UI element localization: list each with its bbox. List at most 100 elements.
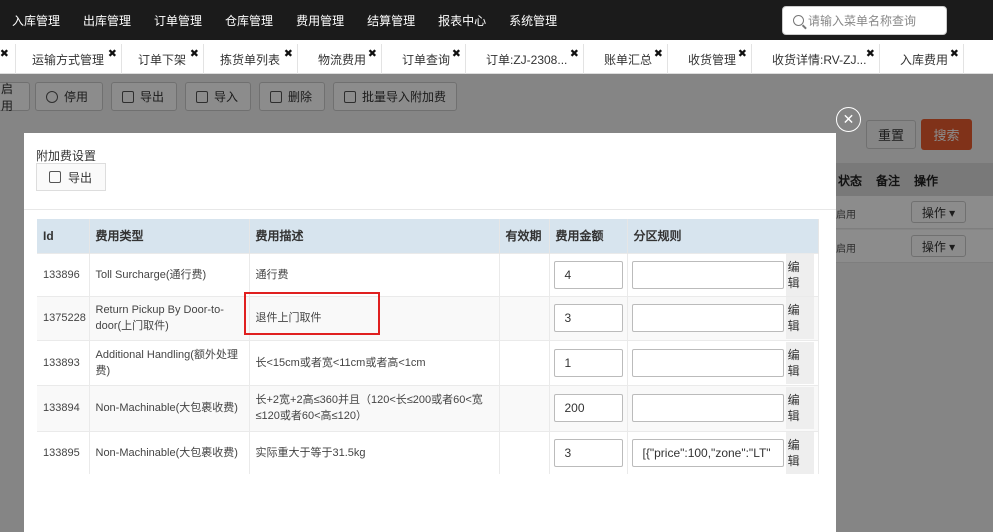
cell-id: 133893 (37, 339, 90, 385)
tab-inbound-fees[interactable]: 入库费用 ✖ (880, 44, 964, 74)
close-icon: ✕ (842, 111, 855, 127)
cell-desc: 长+2宽+2高≤360并且（120<长≤200或者60<宽≤120或者60<高≤… (249, 384, 500, 431)
close-icon[interactable]: ✖ (738, 47, 747, 60)
col-validity: 有效期 (499, 219, 550, 253)
col-zone-rule: 分区规则 (627, 219, 819, 253)
zone-rule-input[interactable]: [{"price":100,"zone":"LT" (631, 438, 784, 467)
menu-search-placeholder: 请输入菜单名称查询 (808, 14, 917, 28)
tab-picking-list[interactable]: 拣货单列表 ✖ (204, 44, 298, 74)
tab-logistics-fees[interactable]: 物流费用 ✖ (298, 44, 382, 74)
tab-order-detail[interactable]: 订单:ZJ-2308... ✖ (466, 44, 584, 74)
cell-id: 133896 (37, 252, 90, 296)
cell-validity (499, 384, 550, 431)
menu-search-input[interactable]: 请输入菜单名称查询 (782, 6, 947, 35)
tab-order-unshelve[interactable]: 订单下架 ✖ (122, 44, 204, 74)
cell-id: 1375228 (37, 295, 90, 340)
cell-validity (499, 430, 550, 474)
search-icon (793, 15, 804, 26)
amount-input[interactable]: 3 (553, 304, 623, 332)
edit-button[interactable]: 编辑 (785, 253, 814, 296)
edit-button[interactable]: 编辑 (785, 387, 814, 429)
tab-label: 入库费用 (900, 52, 949, 67)
amount-input[interactable]: 4 (553, 260, 623, 289)
tab-label: 物流费用 (318, 52, 367, 67)
cell-validity (499, 252, 550, 296)
zone-rule-input[interactable] (631, 348, 784, 377)
col-fee-desc: 费用描述 (249, 219, 500, 253)
menu-item-inbound[interactable]: 入库管理 (12, 12, 60, 29)
tab-label: 运输方式管理 (32, 52, 105, 67)
close-icon[interactable]: ✖ (0, 47, 9, 60)
table-row: 133893 Additional Handling(额外处理费) 长<15cm… (37, 339, 819, 385)
divider (24, 209, 836, 210)
modal-export-label: 导出 (68, 170, 93, 185)
close-icon[interactable]: ✖ (866, 47, 875, 60)
modal-export-button[interactable]: 导出 (36, 163, 106, 191)
table-row: 1375228 Return Pickup By Door-to-door(上门… (37, 295, 819, 340)
close-icon[interactable]: ✖ (108, 47, 117, 60)
close-icon[interactable]: ✖ (950, 47, 959, 60)
cell-desc: 通行费 (249, 252, 500, 296)
menu-item-outbound[interactable]: 出库管理 (83, 12, 131, 29)
col-amount: 费用金额 (549, 219, 628, 253)
tab-order-query[interactable]: 订单查询 ✖ (382, 44, 466, 74)
cell-validity (499, 295, 550, 340)
cell-type: Toll Surcharge(通行费) (89, 252, 250, 296)
close-icon[interactable]: ✖ (654, 47, 663, 60)
surcharge-modal: 附加费设置 导出 Id 费用类型 费用描述 有效期 费用金额 分区规则 1338… (24, 133, 836, 532)
export-icon (49, 171, 61, 183)
close-icon[interactable]: ✖ (570, 47, 579, 60)
highlight-annotation (244, 292, 380, 335)
menu-item-fees[interactable]: 费用管理 (296, 12, 344, 29)
close-icon[interactable]: ✖ (284, 47, 293, 60)
zone-rule-input[interactable] (631, 260, 784, 289)
cell-id: 133895 (37, 430, 90, 474)
tab-bill-summary[interactable]: 账单汇总 ✖ (584, 44, 668, 74)
tab-label: 订单:ZJ-2308... (486, 52, 568, 67)
close-icon[interactable]: ✖ (368, 47, 377, 60)
col-fee-type: 费用类型 (89, 219, 250, 253)
menu-item-settlement[interactable]: 结算管理 (367, 12, 415, 29)
amount-input[interactable]: 3 (553, 438, 623, 467)
edit-button[interactable]: 编辑 (785, 431, 814, 474)
tab-label: 订单查询 (402, 52, 451, 67)
cell-type: Non-Machinable(大包裹收费) (89, 430, 250, 474)
close-icon[interactable]: ✖ (190, 47, 199, 60)
menu-item-orders[interactable]: 订单管理 (154, 12, 202, 29)
cell-id: 133894 (37, 384, 90, 431)
main-menu: 入库管理 出库管理 订单管理 仓库管理 费用管理 结算管理 报表中心 系统管理 (12, 0, 580, 40)
table-row: 133895 Non-Machinable(大包裹收费) 实际重大于等于31.5… (37, 430, 819, 474)
tab-shipping-methods[interactable]: 运输方式管理 ✖ (16, 44, 122, 74)
tab-label: 收货管理 (688, 52, 737, 67)
table-header-row: Id 费用类型 费用描述 有效期 费用金额 分区规则 (37, 219, 819, 253)
cell-desc: 长<15cm或者宽<11cm或者高<1cm (249, 339, 500, 385)
tab-receiving-detail[interactable]: 收货详情:RV-ZJ... ✖ (752, 44, 880, 74)
tab-bar: ✖ 运输方式管理 ✖ 订单下架 ✖ 拣货单列表 ✖ 物流费用 ✖ 订单查询 ✖ 订单:ZJ… (0, 40, 993, 74)
cell-validity (499, 339, 550, 385)
tab-label: 订单下架 (138, 52, 187, 67)
modal-close-button[interactable]: ✕ (836, 107, 861, 132)
menu-item-system[interactable]: 系统管理 (509, 12, 557, 29)
tab-partial[interactable]: ✖ (0, 44, 16, 74)
cell-type: Non-Machinable(大包裹收费) (89, 384, 250, 431)
zone-rule-input[interactable] (631, 304, 784, 332)
zone-rule-input[interactable] (631, 394, 784, 422)
amount-input[interactable]: 200 (553, 394, 623, 422)
modal-title: 附加费设置 (36, 149, 97, 163)
tab-label: 账单汇总 (604, 52, 653, 67)
cell-type: Additional Handling(额外处理费) (89, 339, 250, 385)
surcharge-table: Id 费用类型 费用描述 有效期 费用金额 分区规则 133896 Toll S… (37, 219, 819, 474)
edit-button[interactable]: 编辑 (785, 341, 814, 384)
tab-label: 收货详情:RV-ZJ... (772, 52, 867, 67)
amount-input[interactable]: 1 (553, 348, 623, 377)
cell-type: Return Pickup By Door-to-door(上门取件) (89, 295, 250, 340)
tab-receiving[interactable]: 收货管理 ✖ (668, 44, 752, 74)
close-icon[interactable]: ✖ (452, 47, 461, 60)
menu-item-reports[interactable]: 报表中心 (438, 12, 486, 29)
top-nav: 入库管理 出库管理 订单管理 仓库管理 费用管理 结算管理 报表中心 系统管理 … (0, 0, 993, 40)
table-row: 133896 Toll Surcharge(通行费) 通行费 4 编辑 (37, 252, 819, 296)
edit-button[interactable]: 编辑 (785, 297, 814, 339)
menu-item-warehouse[interactable]: 仓库管理 (225, 12, 273, 29)
table-row: 133894 Non-Machinable(大包裹收费) 长+2宽+2高≤360… (37, 384, 819, 431)
tab-label: 拣货单列表 (220, 52, 281, 67)
